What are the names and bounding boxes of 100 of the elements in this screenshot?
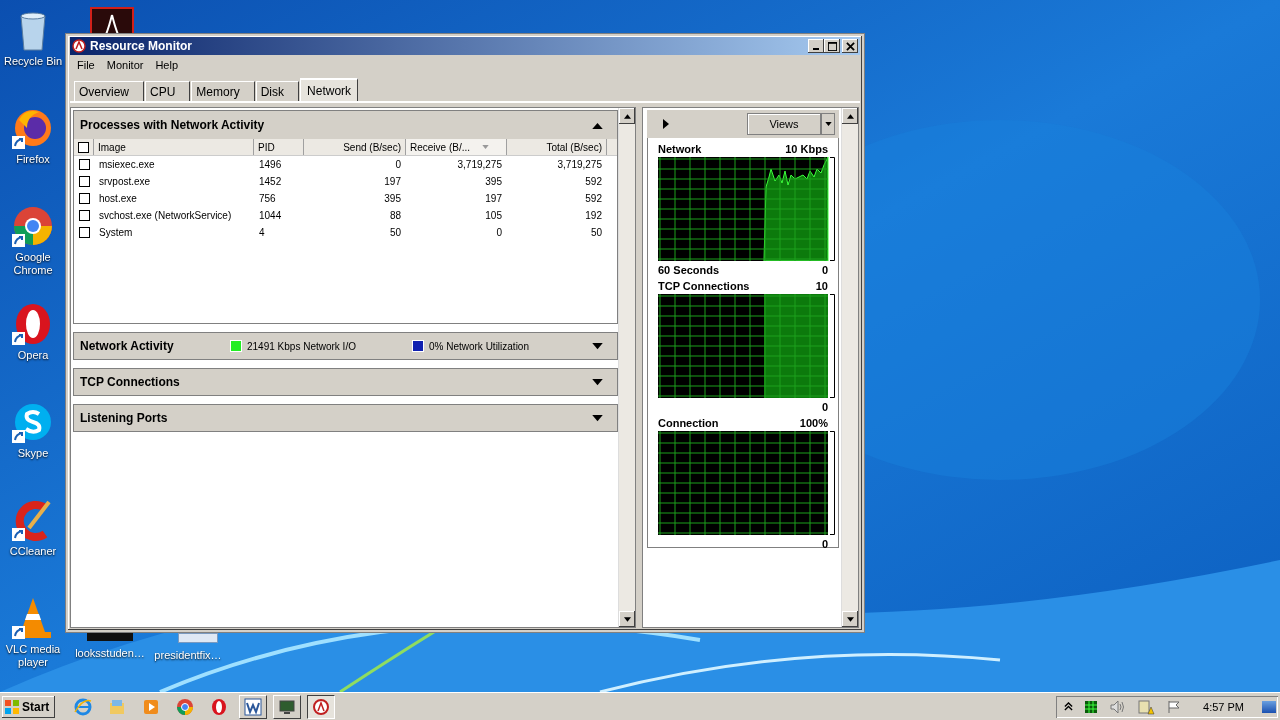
section-title: Processes with Network Activity	[80, 118, 265, 132]
minimize-button[interactable]	[808, 39, 824, 53]
monitor-icon	[278, 697, 296, 716]
legend-label: 0% Network Utilization	[428, 340, 529, 352]
expand-arrow-icon[interactable]	[592, 414, 603, 422]
ie-icon	[74, 697, 92, 716]
taskbar-app-button[interactable]	[307, 694, 335, 719]
table-cell-text: System	[98, 227, 134, 238]
chrome-icon	[176, 697, 194, 716]
column-header[interactable]: Image	[94, 139, 254, 155]
table-cell-text: 50	[388, 227, 402, 238]
table-cell-text: 50	[589, 227, 603, 238]
section-title: TCP Connections	[80, 375, 181, 389]
folder-icon	[108, 697, 126, 716]
menu-item[interactable]: Monitor	[101, 57, 149, 73]
table-cell-text: 395	[484, 176, 503, 187]
desktop-icon-label[interactable]: Recycle Bin	[3, 55, 63, 68]
column-header[interactable]: Receive (B/...	[406, 139, 507, 155]
desktop-icon-label[interactable]: Skype	[17, 447, 49, 460]
graph-title: Network	[658, 143, 702, 155]
file-icon[interactable]	[90, 7, 134, 33]
maximize-button[interactable]	[824, 39, 840, 53]
table-cell-text: 592	[584, 193, 603, 204]
meter-icon[interactable]	[1085, 700, 1098, 713]
down-arrow-icon	[846, 616, 854, 622]
resmon-icon	[312, 697, 330, 716]
tab[interactable]: Disk	[255, 81, 300, 101]
column-header[interactable]: Total (B/sec)	[507, 139, 607, 155]
windows-logo-icon	[4, 698, 20, 715]
dropdown-button[interactable]	[821, 113, 835, 135]
graph-time-label: 60 Seconds	[658, 264, 720, 276]
desktop-icon-label[interactable]: CCleaner	[9, 545, 57, 558]
close-button[interactable]	[842, 39, 858, 53]
checkbox[interactable]	[78, 193, 90, 204]
desktop-icon-label[interactable]: VLC media player	[1, 643, 65, 669]
graph-min-label: 0	[821, 401, 828, 413]
table-cell-text: 197	[484, 193, 503, 204]
table-cell-text: 1496	[258, 159, 283, 170]
expand-arrow-icon[interactable]	[592, 342, 603, 350]
scroll-down-button[interactable]	[619, 611, 635, 627]
graph-title: Connection	[658, 417, 719, 429]
collapse-arrow-icon[interactable]	[592, 121, 603, 129]
table-cell-text: 197	[383, 176, 402, 187]
table-cell-text: 0	[495, 227, 503, 238]
table-cell-text: 0	[394, 159, 402, 170]
desktop-icon-label[interactable]: Firefox	[16, 153, 50, 166]
scroll-down-button[interactable]	[842, 611, 858, 627]
checkbox[interactable]	[78, 176, 90, 187]
graph-max-label: 100%	[799, 417, 828, 429]
checkbox[interactable]	[78, 227, 90, 238]
up-arrow-icon	[846, 113, 854, 119]
checkbox[interactable]	[78, 141, 89, 153]
scrollbar[interactable]	[618, 108, 635, 627]
minimize-icon	[813, 48, 819, 50]
table-cell-text: 105	[484, 210, 503, 221]
sort-arrow-icon	[482, 145, 490, 149]
tab[interactable]: Memory	[191, 81, 255, 101]
desktop-icon-label[interactable]: Google Chrome	[1, 251, 65, 277]
scrollbar[interactable]	[841, 108, 858, 627]
down-arrow-icon	[623, 616, 631, 622]
expand-arrow-icon[interactable]	[592, 378, 603, 386]
section-header[interactable]: Processes with Network Activity	[74, 111, 617, 139]
expand-arrow-icon[interactable]	[663, 119, 669, 129]
tab[interactable]: Network	[300, 78, 359, 101]
flag-icon[interactable]	[1167, 699, 1182, 714]
tab[interactable]: Overview	[74, 81, 144, 101]
caret-icon	[824, 122, 832, 126]
column-header[interactable]: PID	[254, 139, 304, 155]
network-warning-icon[interactable]	[1137, 698, 1156, 715]
speaker-icon[interactable]	[1109, 699, 1126, 714]
menu-item[interactable]: File	[72, 57, 100, 73]
opera-icon	[210, 697, 228, 716]
section-header[interactable]: TCP Connections	[73, 368, 618, 396]
menu-item[interactable]: Help	[150, 57, 184, 73]
table-cell-text: 1044	[258, 210, 283, 221]
desktop-icon-label[interactable]: Opera	[17, 349, 49, 362]
chevron-up-icon[interactable]	[1064, 702, 1074, 711]
chrome-icon[interactable]	[11, 204, 55, 248]
checkbox[interactable]	[78, 159, 90, 170]
start-button[interactable]: Start	[2, 695, 55, 718]
clock[interactable]: 4:57 PM	[1203, 700, 1244, 713]
show-desktop-button[interactable]	[1262, 700, 1276, 713]
table-cell-text: 4	[258, 227, 266, 238]
graph-min-label: 0	[821, 264, 828, 276]
section-header[interactable]: Listening Ports	[73, 404, 618, 432]
section-header[interactable]: Network Activity 21491 Kbps Network I/O 0% Network Utilization	[73, 332, 618, 360]
table-cell-text: host.exe	[98, 193, 138, 204]
graph-max-label: 10 Kbps	[785, 143, 828, 155]
tab[interactable]: CPU	[145, 81, 191, 101]
table-cell-text: 192	[584, 210, 603, 221]
up-arrow-icon	[623, 113, 631, 119]
maximize-icon	[827, 41, 837, 51]
views-button[interactable]: Views	[747, 113, 821, 135]
scroll-up-button[interactable]	[842, 108, 858, 124]
checkbox[interactable]	[78, 210, 90, 221]
table-cell-text: msiexec.exe	[98, 159, 156, 170]
scroll-up-button[interactable]	[619, 108, 635, 124]
table-cell-text: 88	[388, 210, 402, 221]
table-cell-text: 3,719,275	[556, 159, 603, 170]
legend-label: 21491 Kbps Network I/O	[247, 340, 356, 352]
